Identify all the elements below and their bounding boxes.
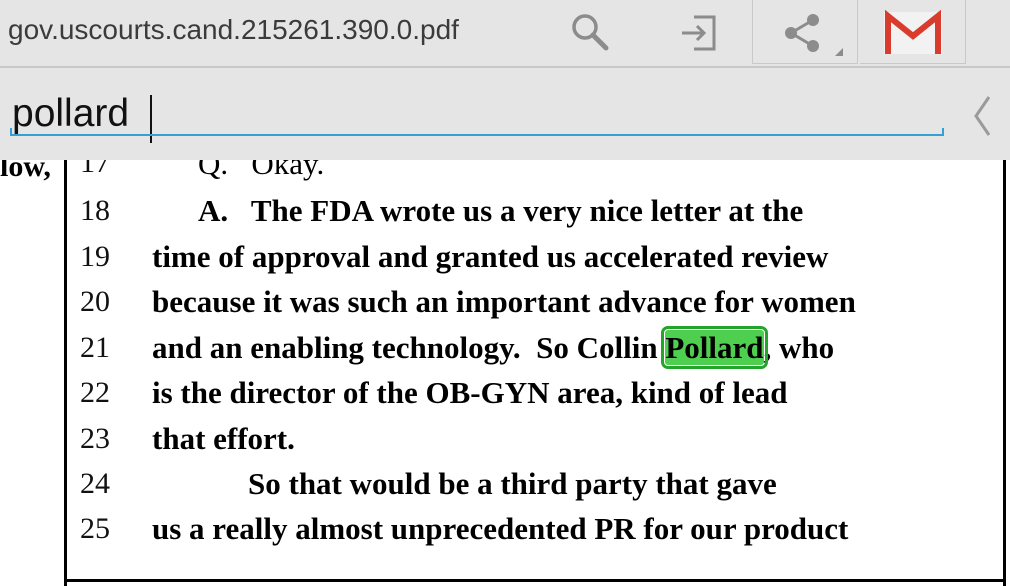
- share-icon: [785, 14, 843, 56]
- export-icon: [682, 15, 716, 51]
- transcript-line: time of approval and granted us accelera…: [152, 239, 829, 274]
- left-margin-fragment: low,: [0, 160, 51, 183]
- line-number: 18: [80, 194, 110, 227]
- gmail-button[interactable]: [860, 0, 966, 64]
- collapse-find-button[interactable]: [962, 92, 1002, 140]
- page-left-border: [64, 160, 67, 586]
- transcript-line: Q. Okay.: [198, 160, 325, 181]
- page-bottom-border: [64, 579, 1006, 582]
- line-text-before-match: and an enabling technology. So Collin: [152, 330, 666, 365]
- line-number: 20: [80, 285, 110, 318]
- search-icon: [572, 14, 609, 51]
- transcript-line: A. The FDA wrote us a very nice letter a…: [198, 193, 804, 228]
- line-number: 22: [80, 376, 110, 409]
- line-number: 21: [80, 331, 110, 364]
- transcript-line: and an enabling technology. So Collin Po…: [152, 326, 835, 369]
- line-number: 24: [80, 467, 110, 500]
- page-right-border: [1003, 160, 1006, 586]
- search-button[interactable]: [560, 0, 620, 66]
- line-number: 19: [80, 240, 110, 273]
- share-button[interactable]: [752, 0, 858, 64]
- line-number: 23: [80, 422, 110, 455]
- top-toolbar: gov.uscourts.cand.215261.390.0.pdf: [0, 0, 1010, 68]
- transcript-line: So that would be a third party that gave: [248, 466, 777, 501]
- document-title: gov.uscourts.cand.215261.390.0.pdf: [8, 14, 459, 45]
- line-number: 17: [80, 160, 110, 179]
- transcript-line: that effort.: [152, 421, 295, 456]
- pdf-page-view[interactable]: low, 17 Q. Okay. 18 A. The FDA wrote us …: [0, 160, 1010, 586]
- export-button[interactable]: [668, 0, 728, 66]
- find-input-underline: [10, 128, 944, 136]
- line-text-after-match: , who: [763, 330, 835, 365]
- search-match-highlight: Pollard: [661, 326, 768, 369]
- gmail-icon: [884, 9, 942, 54]
- transcript-line: because it was such an important advance…: [152, 284, 856, 319]
- transcript-line: us a really almost unprecedented PR for …: [152, 511, 849, 546]
- transcript-line: is the director of the OB-GYN area, kind…: [152, 375, 788, 410]
- line-number: 25: [80, 512, 110, 545]
- chevron-left-icon: [974, 96, 991, 136]
